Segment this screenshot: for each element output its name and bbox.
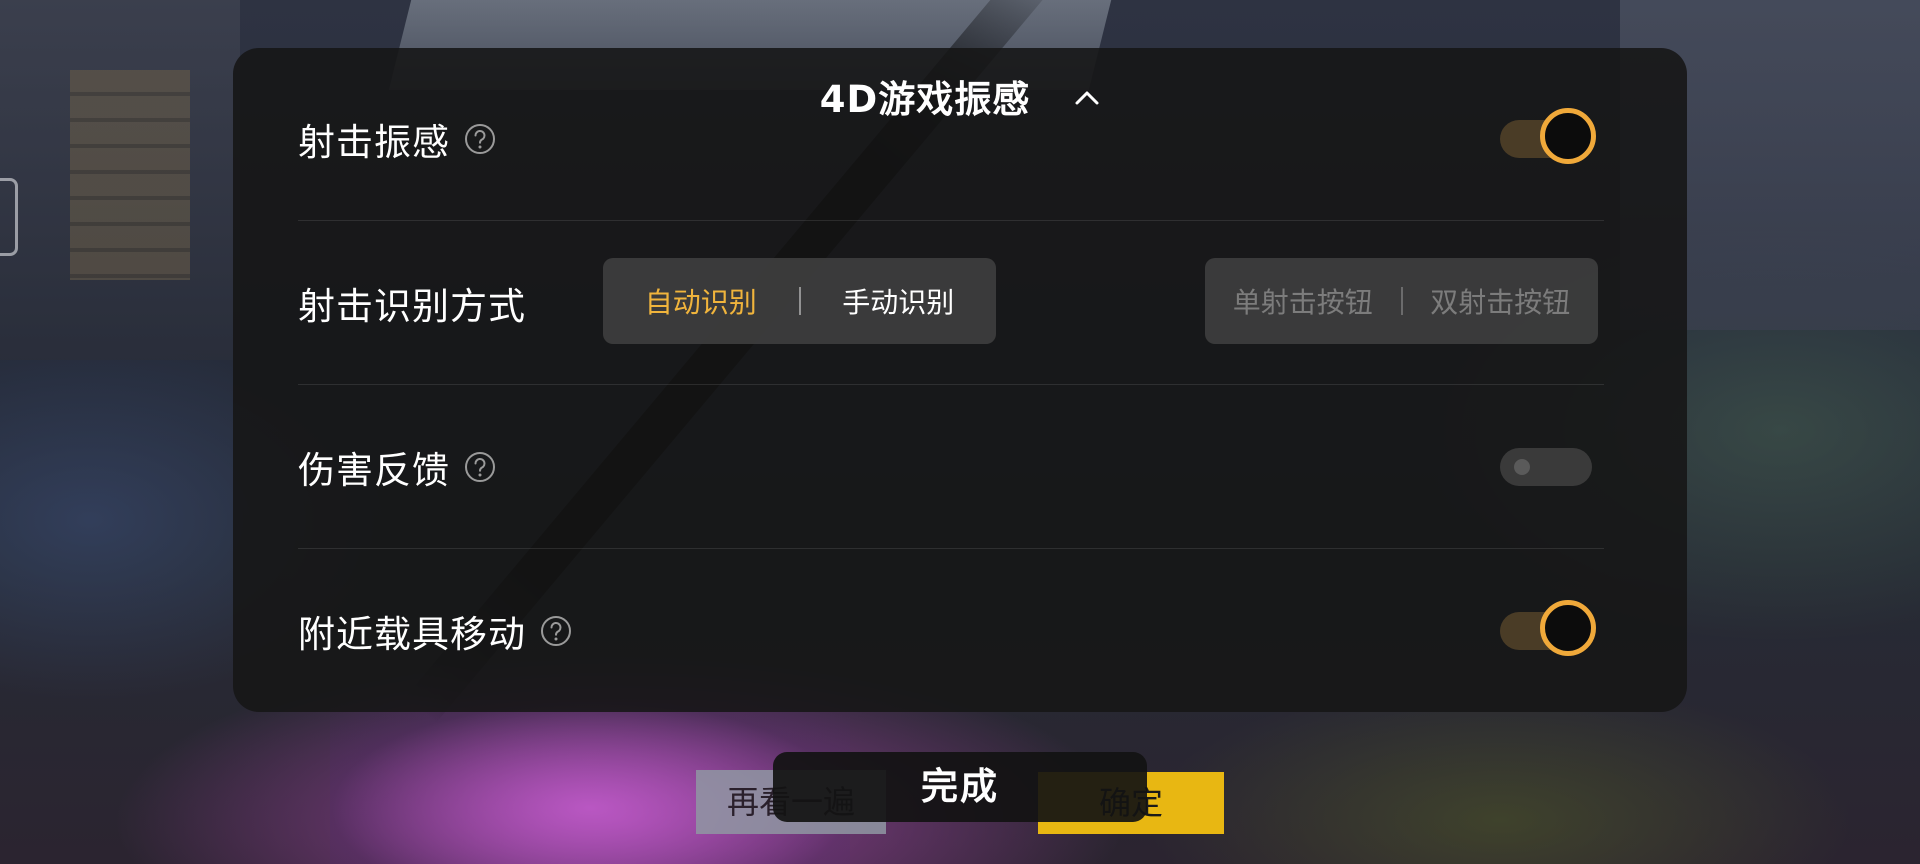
row-damage-feedback: 伤害反馈	[298, 385, 1604, 549]
nearby-vehicle-toggle[interactable]	[1500, 600, 1596, 656]
row-nearby-vehicle-movement: 附近载具移动	[298, 549, 1604, 712]
single-fire-button-option[interactable]: 单射击按钮	[1205, 281, 1401, 321]
nearby-vehicle-label: 附近载具移动	[298, 613, 526, 656]
side-hex-icon	[0, 178, 18, 256]
recognition-mode-segment: 自动识别 手动识别	[603, 258, 996, 344]
fire-button-segment: 单射击按钮 双射击按钮	[1205, 258, 1598, 344]
manual-recognition-option[interactable]: 手动识别	[801, 281, 997, 321]
done-button[interactable]: 完成	[773, 752, 1147, 822]
auto-recognition-option[interactable]: 自动识别	[603, 281, 799, 321]
question-circle-icon[interactable]	[464, 451, 496, 483]
crate-stack	[70, 70, 190, 280]
shooting-vibration-toggle[interactable]	[1500, 108, 1596, 164]
shooting-vibration-label: 射击振感	[298, 121, 450, 164]
dual-fire-button-option[interactable]: 双射击按钮	[1403, 281, 1599, 321]
toggle-knob	[1540, 600, 1596, 656]
toggle-knob	[1514, 459, 1530, 475]
row-recognition-mode: 射击识别方式 自动识别 手动识别 单射击按钮 双射击按钮	[298, 221, 1604, 385]
question-circle-icon[interactable]	[540, 615, 572, 647]
recognition-mode-label: 射击识别方式	[298, 285, 526, 328]
vibration-settings-panel: 4D游戏振感 射击振感 射击识别方式 自动识别 手动识别 单射击按钮 双射击按钮	[233, 48, 1687, 712]
damage-feedback-toggle[interactable]	[1500, 448, 1592, 486]
row-shooting-vibration: 射击振感	[298, 57, 1604, 221]
toggle-knob	[1540, 108, 1596, 164]
damage-feedback-label: 伤害反馈	[298, 449, 450, 492]
question-circle-icon[interactable]	[464, 123, 496, 155]
